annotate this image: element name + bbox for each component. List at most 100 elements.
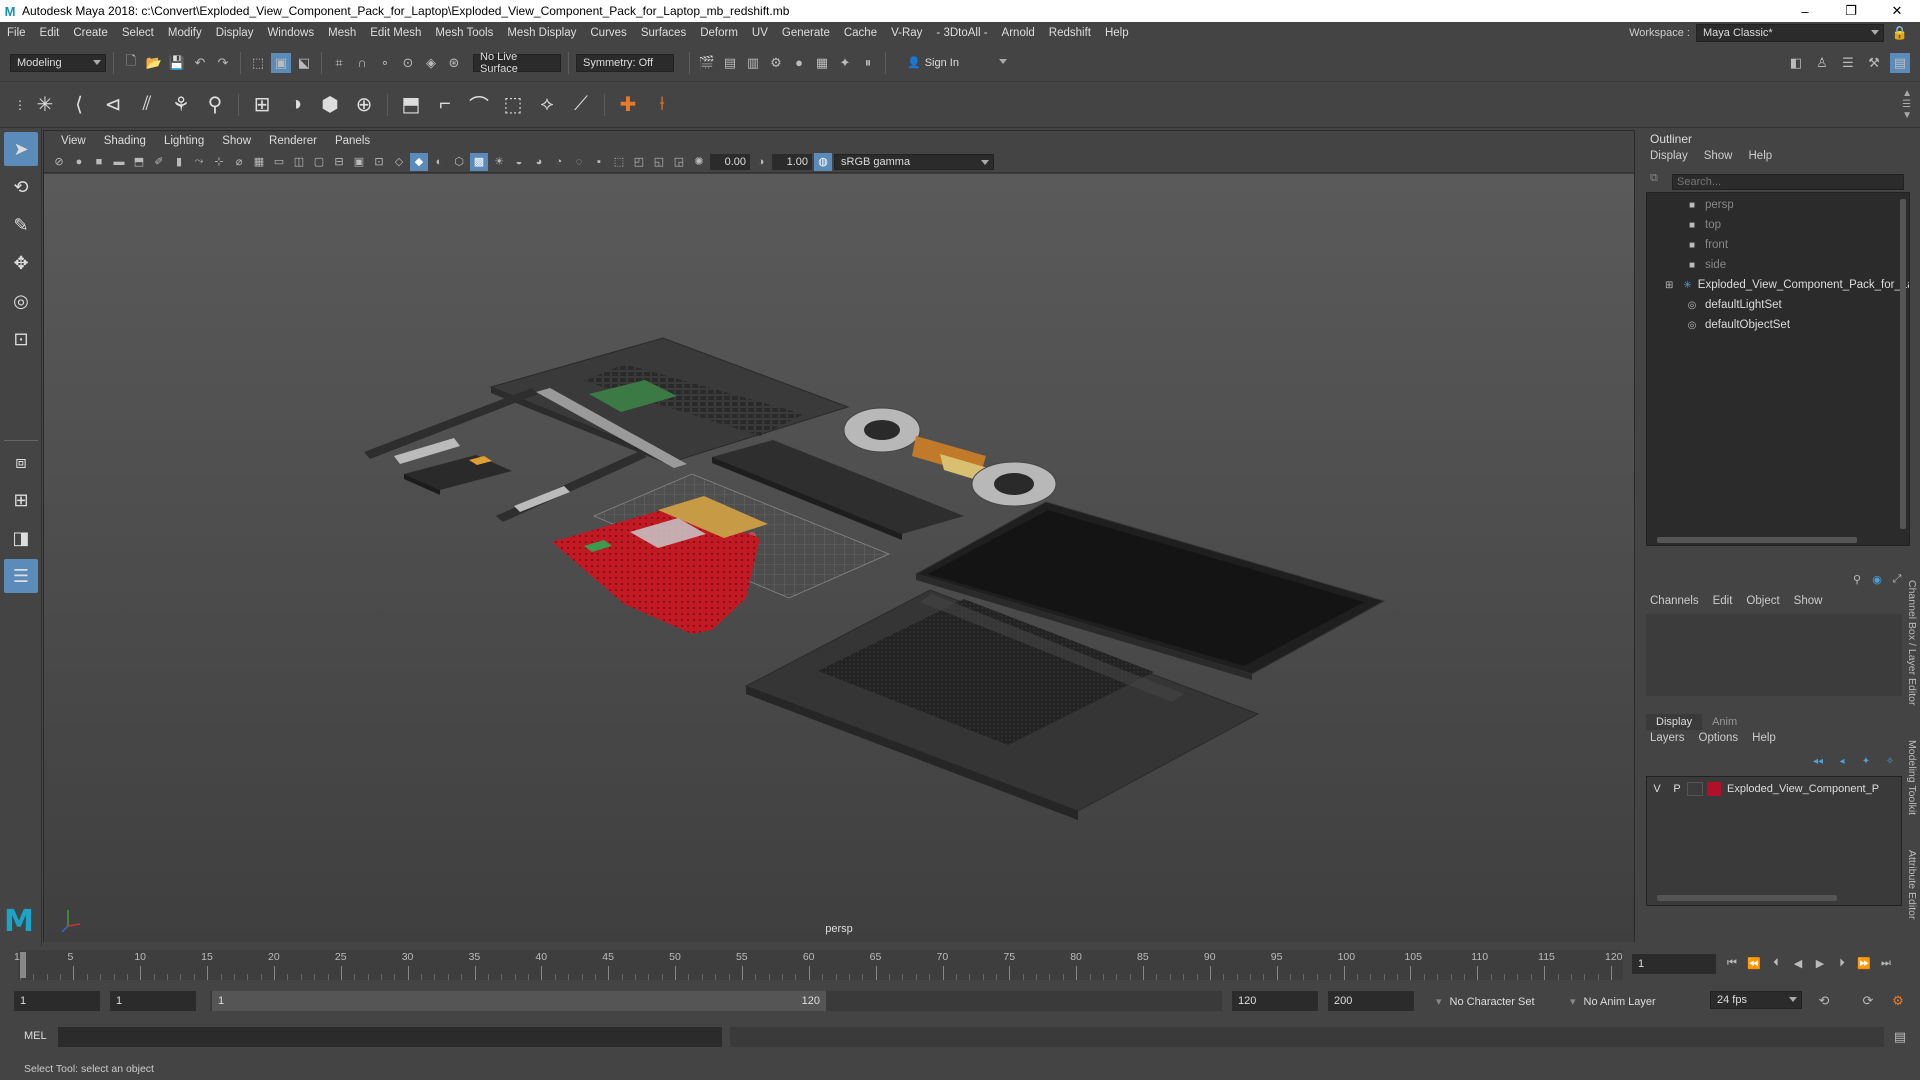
grid-icon[interactable]: ▦ — [250, 153, 268, 171]
layer-menu-layers[interactable]: Layers — [1650, 732, 1685, 744]
viewport-menu-show[interactable]: Show — [213, 135, 260, 147]
outliner-filter-icon[interactable]: ⧉ — [1650, 172, 1664, 186]
quad-draw-icon[interactable]: ⚘ — [166, 90, 196, 120]
menu-display[interactable]: Display — [209, 27, 261, 39]
range-handle[interactable]: 1 120 — [212, 991, 826, 1011]
outliner-tree[interactable]: ■ persp ■ top ■ front ■ side ⊞ ✳ Exploded_View… — [1646, 192, 1910, 546]
menu-3dtoall[interactable]: - 3DtoAll - — [929, 27, 994, 39]
textured-icon[interactable]: ▩ — [470, 152, 488, 171]
2d-pan-zoom-icon[interactable]: ⬒ — [130, 153, 148, 171]
snap-grid-icon[interactable]: ⌗ — [329, 53, 349, 73]
modeling-toolkit-icon[interactable]: ◧ — [1786, 53, 1806, 73]
xray-joints-icon[interactable]: ◱ — [650, 153, 668, 171]
menu-file[interactable]: File — [0, 27, 33, 39]
layer-row[interactable]: V P Exploded_View_Component_P — [1647, 779, 1901, 799]
menu-deform[interactable]: Deform — [693, 27, 745, 39]
tool-settings-icon[interactable]: ⚒ — [1864, 53, 1884, 73]
loop-icon[interactable]: ⟲ — [1814, 991, 1834, 1011]
menu-arnold[interactable]: Arnold — [995, 27, 1042, 39]
outliner-layout-icon[interactable]: ☰ — [4, 559, 38, 593]
xray-components-icon[interactable]: ◲ — [670, 153, 688, 171]
camera-attributes-icon[interactable]: ● — [70, 153, 88, 171]
select-camera-icon[interactable]: ⊘ — [50, 153, 68, 171]
menu-curves[interactable]: Curves — [583, 27, 633, 39]
menu-create[interactable]: Create — [66, 27, 115, 39]
channelbox-menu-channels[interactable]: Channels — [1650, 595, 1699, 607]
exposure-field[interactable]: 0.00 — [710, 153, 750, 170]
anim-layer-dropdown[interactable]: ▾ No Anim Layer — [1570, 995, 1656, 1008]
menu-modify[interactable]: Modify — [161, 27, 209, 39]
view-transform-dropdown[interactable]: sRGB gamma — [834, 153, 994, 170]
gamma-icon[interactable]: ◑ — [752, 153, 770, 171]
target-weld-icon[interactable]: ⟨ — [64, 90, 94, 120]
motion-trail-icon[interactable]: ⤳ — [190, 153, 208, 171]
select-tool-icon[interactable]: ➤ — [4, 132, 38, 166]
attribute-editor-icon[interactable]: ☰ — [1838, 53, 1858, 73]
side-tab-attribute-editor[interactable]: Attribute Editor — [1906, 850, 1918, 919]
outliner-item-default-object-set[interactable]: ◎ defaultObjectSet — [1647, 315, 1909, 335]
menu-edit-mesh[interactable]: Edit Mesh — [363, 27, 428, 39]
scene-view[interactable] — [44, 174, 1634, 942]
layer-editor-icon[interactable]: ◉ — [1870, 572, 1884, 586]
shelf-scroll-icon[interactable]: ▲ ☰ ▼ — [1902, 88, 1912, 121]
connect-icon[interactable]: ⊲ — [98, 90, 128, 120]
outliner-menu-show[interactable]: Show — [1704, 150, 1733, 162]
pause-viewport-icon[interactable]: ⏸ — [858, 53, 878, 73]
channel-box-icon[interactable]: ▤ — [1890, 53, 1910, 73]
gamma-field[interactable]: 1.00 — [772, 153, 812, 170]
select-component-icon[interactable]: ⬕ — [294, 53, 314, 73]
viewport-menu-renderer[interactable]: Renderer — [260, 135, 326, 147]
image-plane-icon[interactable]: ▬ — [110, 153, 128, 171]
outliner-search-input[interactable] — [1672, 174, 1904, 190]
scrollbar-thumb[interactable] — [1900, 199, 1906, 529]
bridge-icon[interactable]: ⌐ — [430, 90, 460, 120]
xray-icon[interactable]: ◰ — [630, 153, 648, 171]
layer-playback-toggle[interactable]: P — [1667, 783, 1687, 795]
layer-horizontal-scrollbar[interactable] — [1657, 895, 1837, 901]
menu-windows[interactable]: Windows — [260, 27, 321, 39]
step-forward-frame-icon[interactable]: ⏵ — [1834, 955, 1850, 971]
scale-tool-icon[interactable]: ⊡ — [4, 322, 38, 356]
move-layer-up-icon[interactable]: ◂◂ — [1810, 754, 1826, 768]
isolate-icon[interactable]: ⌀ — [230, 153, 248, 171]
paint-select-tool-icon[interactable]: ✎ — [4, 208, 38, 242]
attribute-icon[interactable]: ⤢ — [1890, 572, 1904, 586]
auto-key-icon[interactable]: ⟳ — [1858, 991, 1878, 1011]
menu-uv[interactable]: UV — [745, 27, 775, 39]
step-back-key-icon[interactable]: ⏪ — [1746, 955, 1762, 971]
grease-pencil-icon[interactable]: ✐ — [150, 153, 168, 171]
menu-generate[interactable]: Generate — [775, 27, 837, 39]
isolate-select-icon[interactable]: ⬚ — [610, 153, 628, 171]
character-set-dropdown[interactable]: ▾ No Character Set — [1436, 995, 1535, 1008]
outliner-horizontal-scrollbar[interactable] — [1657, 537, 1857, 543]
combine-icon[interactable]: ⊞ — [247, 90, 277, 120]
channelbox-icon[interactable]: ⚲ — [1850, 572, 1864, 586]
animation-start-field[interactable]: 1 — [14, 991, 100, 1011]
default-material-icon[interactable]: ◐ — [430, 153, 448, 171]
symmetry-dropdown[interactable]: Symmetry: Off — [576, 53, 674, 72]
channelbox-menu-show[interactable]: Show — [1794, 595, 1823, 607]
render-setup-icon[interactable]: ▦ — [812, 53, 832, 73]
select-hierarchy-icon[interactable]: ⬚ — [248, 53, 268, 73]
character-controls-icon[interactable]: ♙ — [1812, 53, 1832, 73]
save-scene-icon[interactable]: 💾 — [167, 53, 187, 73]
channelbox-menu-object[interactable]: Object — [1746, 595, 1779, 607]
menu-mesh-display[interactable]: Mesh Display — [500, 27, 583, 39]
single-perspective-layout-icon[interactable]: ⧈ — [4, 445, 38, 479]
viewport-menu-panels[interactable]: Panels — [326, 135, 379, 147]
current-frame-field[interactable]: 1 — [1632, 954, 1716, 974]
smooth-icon[interactable]: ⬢ — [315, 90, 345, 120]
script-editor-icon[interactable]: ▤ — [1890, 1027, 1910, 1047]
move-layer-down-icon[interactable]: ◂ — [1834, 754, 1850, 768]
expand-icon[interactable]: ⊞ — [1665, 279, 1673, 291]
snap-curve-icon[interactable]: ∩ — [352, 53, 372, 73]
lock-icon[interactable]: 🔒 — [1890, 23, 1910, 43]
viewport-menu-view[interactable]: View — [52, 135, 95, 147]
outliner-vertical-scrollbar[interactable] — [1899, 193, 1907, 533]
snap-view-icon[interactable]: ⊙ — [398, 53, 418, 73]
layer-visibility-toggle[interactable]: V — [1647, 783, 1667, 795]
menu-mesh[interactable]: Mesh — [321, 27, 363, 39]
animation-end-field[interactable]: 200 — [1328, 991, 1414, 1011]
render-view-icon[interactable]: 🎬 — [697, 53, 717, 73]
color-management-icon[interactable]: ◍ — [814, 152, 832, 171]
